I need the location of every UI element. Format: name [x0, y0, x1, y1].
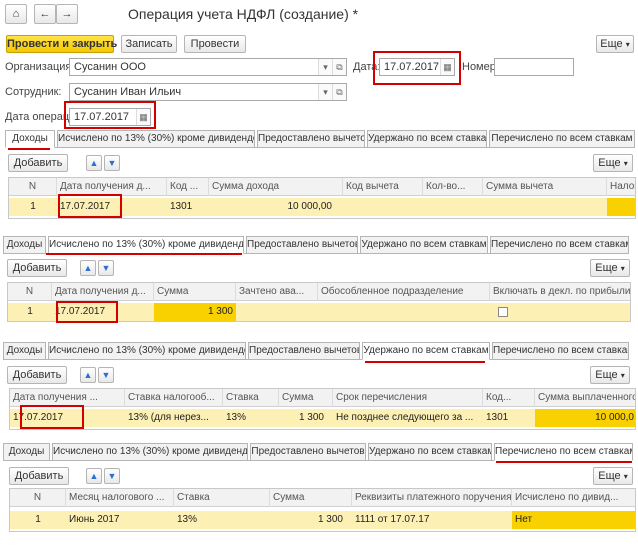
employee-label: Сотрудник: [5, 86, 62, 98]
employee-field[interactable]: Сусанин Иван Ильич ▾ ⧉ [69, 83, 347, 101]
include-in-declaration-checkbox[interactable] [498, 307, 508, 317]
tab-transferred[interactable]: Перечислено по всем ставкам [494, 443, 633, 461]
tab-deductions[interactable]: Предоставлено вычетов [250, 443, 366, 461]
transferred-table: N Месяц налогового ... Ставка Сумма Рекв… [9, 488, 636, 532]
organization-label: Организация: [5, 61, 75, 73]
table-header: N Месяц налогового ... Ставка Сумма Рекв… [10, 489, 635, 507]
tabs-section2: Доходы Исчислено по 13% (30%) кроме диви… [3, 236, 629, 254]
down-arrow-icon[interactable]: ▼ [98, 367, 114, 383]
dropdown-icon[interactable]: ▾ [318, 84, 332, 100]
tab-transferred[interactable]: Перечислено по всем ставкам [489, 130, 635, 148]
tab-deductions[interactable]: Предоставлено вычетов [246, 236, 358, 254]
add-button[interactable]: Добавить [7, 366, 67, 384]
down-arrow-icon[interactable]: ▼ [104, 468, 120, 484]
dropdown-icon: ▾ [623, 472, 628, 481]
annotation-underline-withheld [365, 361, 485, 363]
more-button[interactable]: Еще ▾ [593, 154, 633, 172]
add-button[interactable]: Добавить [9, 467, 69, 485]
dropdown-icon[interactable]: ▾ [318, 59, 332, 75]
dropdown-icon: ▾ [625, 40, 630, 49]
up-arrow-icon[interactable]: ▲ [80, 260, 96, 276]
table-header: N Дата получения д... Сумма Зачтено ава.… [8, 283, 630, 301]
tab-calculated[interactable]: Исчислено по 13% (30%) кроме дивидендов [57, 130, 255, 148]
tab-deductions[interactable]: Предоставлено вычетов [257, 130, 365, 148]
window-title: Операция учета НДФЛ (создание) * [128, 6, 359, 22]
forward-button[interactable]: → [56, 4, 78, 24]
back-arrow-icon: ← [39, 8, 51, 20]
dropdown-icon: ▾ [620, 371, 625, 380]
open-icon[interactable]: ⧉ [332, 84, 346, 100]
dropdown-icon: ▾ [620, 264, 625, 273]
more-button[interactable]: Еще ▾ [590, 366, 630, 384]
down-arrow-icon[interactable]: ▼ [104, 155, 120, 171]
table-row[interactable]: 17.07.2017 13% (для нерез... 13% 1 300 Н… [10, 409, 635, 427]
add-button[interactable]: Добавить [7, 259, 67, 277]
annotation-underline-calculated [46, 253, 242, 255]
number-field[interactable] [494, 58, 574, 76]
tab-withheld[interactable]: Удержано по всем ставкам [362, 342, 490, 360]
table-row[interactable]: 1 Июнь 2017 13% 1 300 1111 от 17.07.17 Н… [10, 511, 635, 529]
withheld-table: Дата получения ... Ставка налогооб... Ст… [9, 388, 636, 430]
dropdown-icon: ▾ [623, 159, 628, 168]
annotation-date-box [373, 51, 461, 85]
home-icon: ⌂ [12, 8, 20, 20]
table-header: Дата получения ... Ставка налогооб... Ст… [10, 389, 635, 407]
tab-withheld[interactable]: Удержано по всем ставкам [367, 130, 487, 148]
tab-income[interactable]: Доходы [3, 342, 46, 360]
tab-transferred[interactable]: Перечислено по всем ставкам [492, 342, 629, 360]
annotation-underline-income [8, 148, 50, 150]
up-arrow-icon[interactable]: ▲ [80, 367, 96, 383]
tab-income[interactable]: Доходы [5, 130, 55, 148]
down-arrow-icon[interactable]: ▼ [98, 260, 114, 276]
annotation-row-date-box-3 [20, 405, 84, 429]
tab-calculated[interactable]: Исчислено по 13% (30%) кроме дивидендов [48, 236, 244, 254]
tab-income[interactable]: Доходы [3, 443, 50, 461]
back-button[interactable]: ← [34, 4, 56, 24]
annotation-row-date-box-2 [56, 301, 118, 323]
tab-withheld[interactable]: Удержано по всем ставкам [368, 443, 492, 461]
more-button[interactable]: Еще ▾ [593, 467, 633, 485]
tab-withheld[interactable]: Удержано по всем ставкам [360, 236, 488, 254]
home-button[interactable]: ⌂ [5, 4, 27, 24]
post-button[interactable]: Провести [184, 35, 246, 53]
tab-transferred[interactable]: Перечислено по всем ставкам [490, 236, 629, 254]
organization-field[interactable]: Сусанин ООО ▾ ⧉ [69, 58, 347, 76]
annotation-underline-transferred [496, 461, 632, 463]
tabs-section1: Доходы Исчислено по 13% (30%) кроме диви… [5, 130, 635, 148]
save-button[interactable]: Записать [121, 35, 177, 53]
up-arrow-icon[interactable]: ▲ [86, 468, 102, 484]
more-button[interactable]: Еще ▾ [596, 35, 634, 53]
tab-deductions[interactable]: Предоставлено вычетов [248, 342, 360, 360]
post-and-close-button[interactable]: Провести и закрыть [6, 35, 117, 53]
annotation-row-date-box-1 [58, 194, 122, 218]
open-icon[interactable]: ⧉ [332, 59, 346, 75]
tab-calculated[interactable]: Исчислено по 13% (30%) кроме дивидендов [52, 443, 248, 461]
add-button[interactable]: Добавить [8, 154, 68, 172]
more-button[interactable]: Еще ▾ [590, 259, 630, 277]
up-arrow-icon[interactable]: ▲ [86, 155, 102, 171]
tabs-section3: Доходы Исчислено по 13% (30%) кроме диви… [3, 342, 629, 360]
forward-arrow-icon: → [61, 8, 73, 20]
tab-calculated[interactable]: Исчислено по 13% (30%) кроме дивидендов [48, 342, 246, 360]
tab-income[interactable]: Доходы [3, 236, 46, 254]
annotation-operation-date-box [64, 101, 156, 129]
tabs-section4: Доходы Исчислено по 13% (30%) кроме диви… [3, 443, 633, 461]
